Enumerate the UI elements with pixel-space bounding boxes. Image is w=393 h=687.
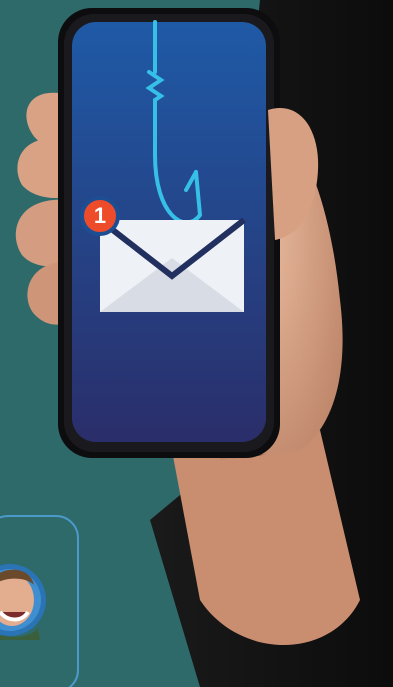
envelope-icon [98,217,246,312]
notification-badge: 1 [80,196,120,236]
phishing-scene [0,0,393,687]
